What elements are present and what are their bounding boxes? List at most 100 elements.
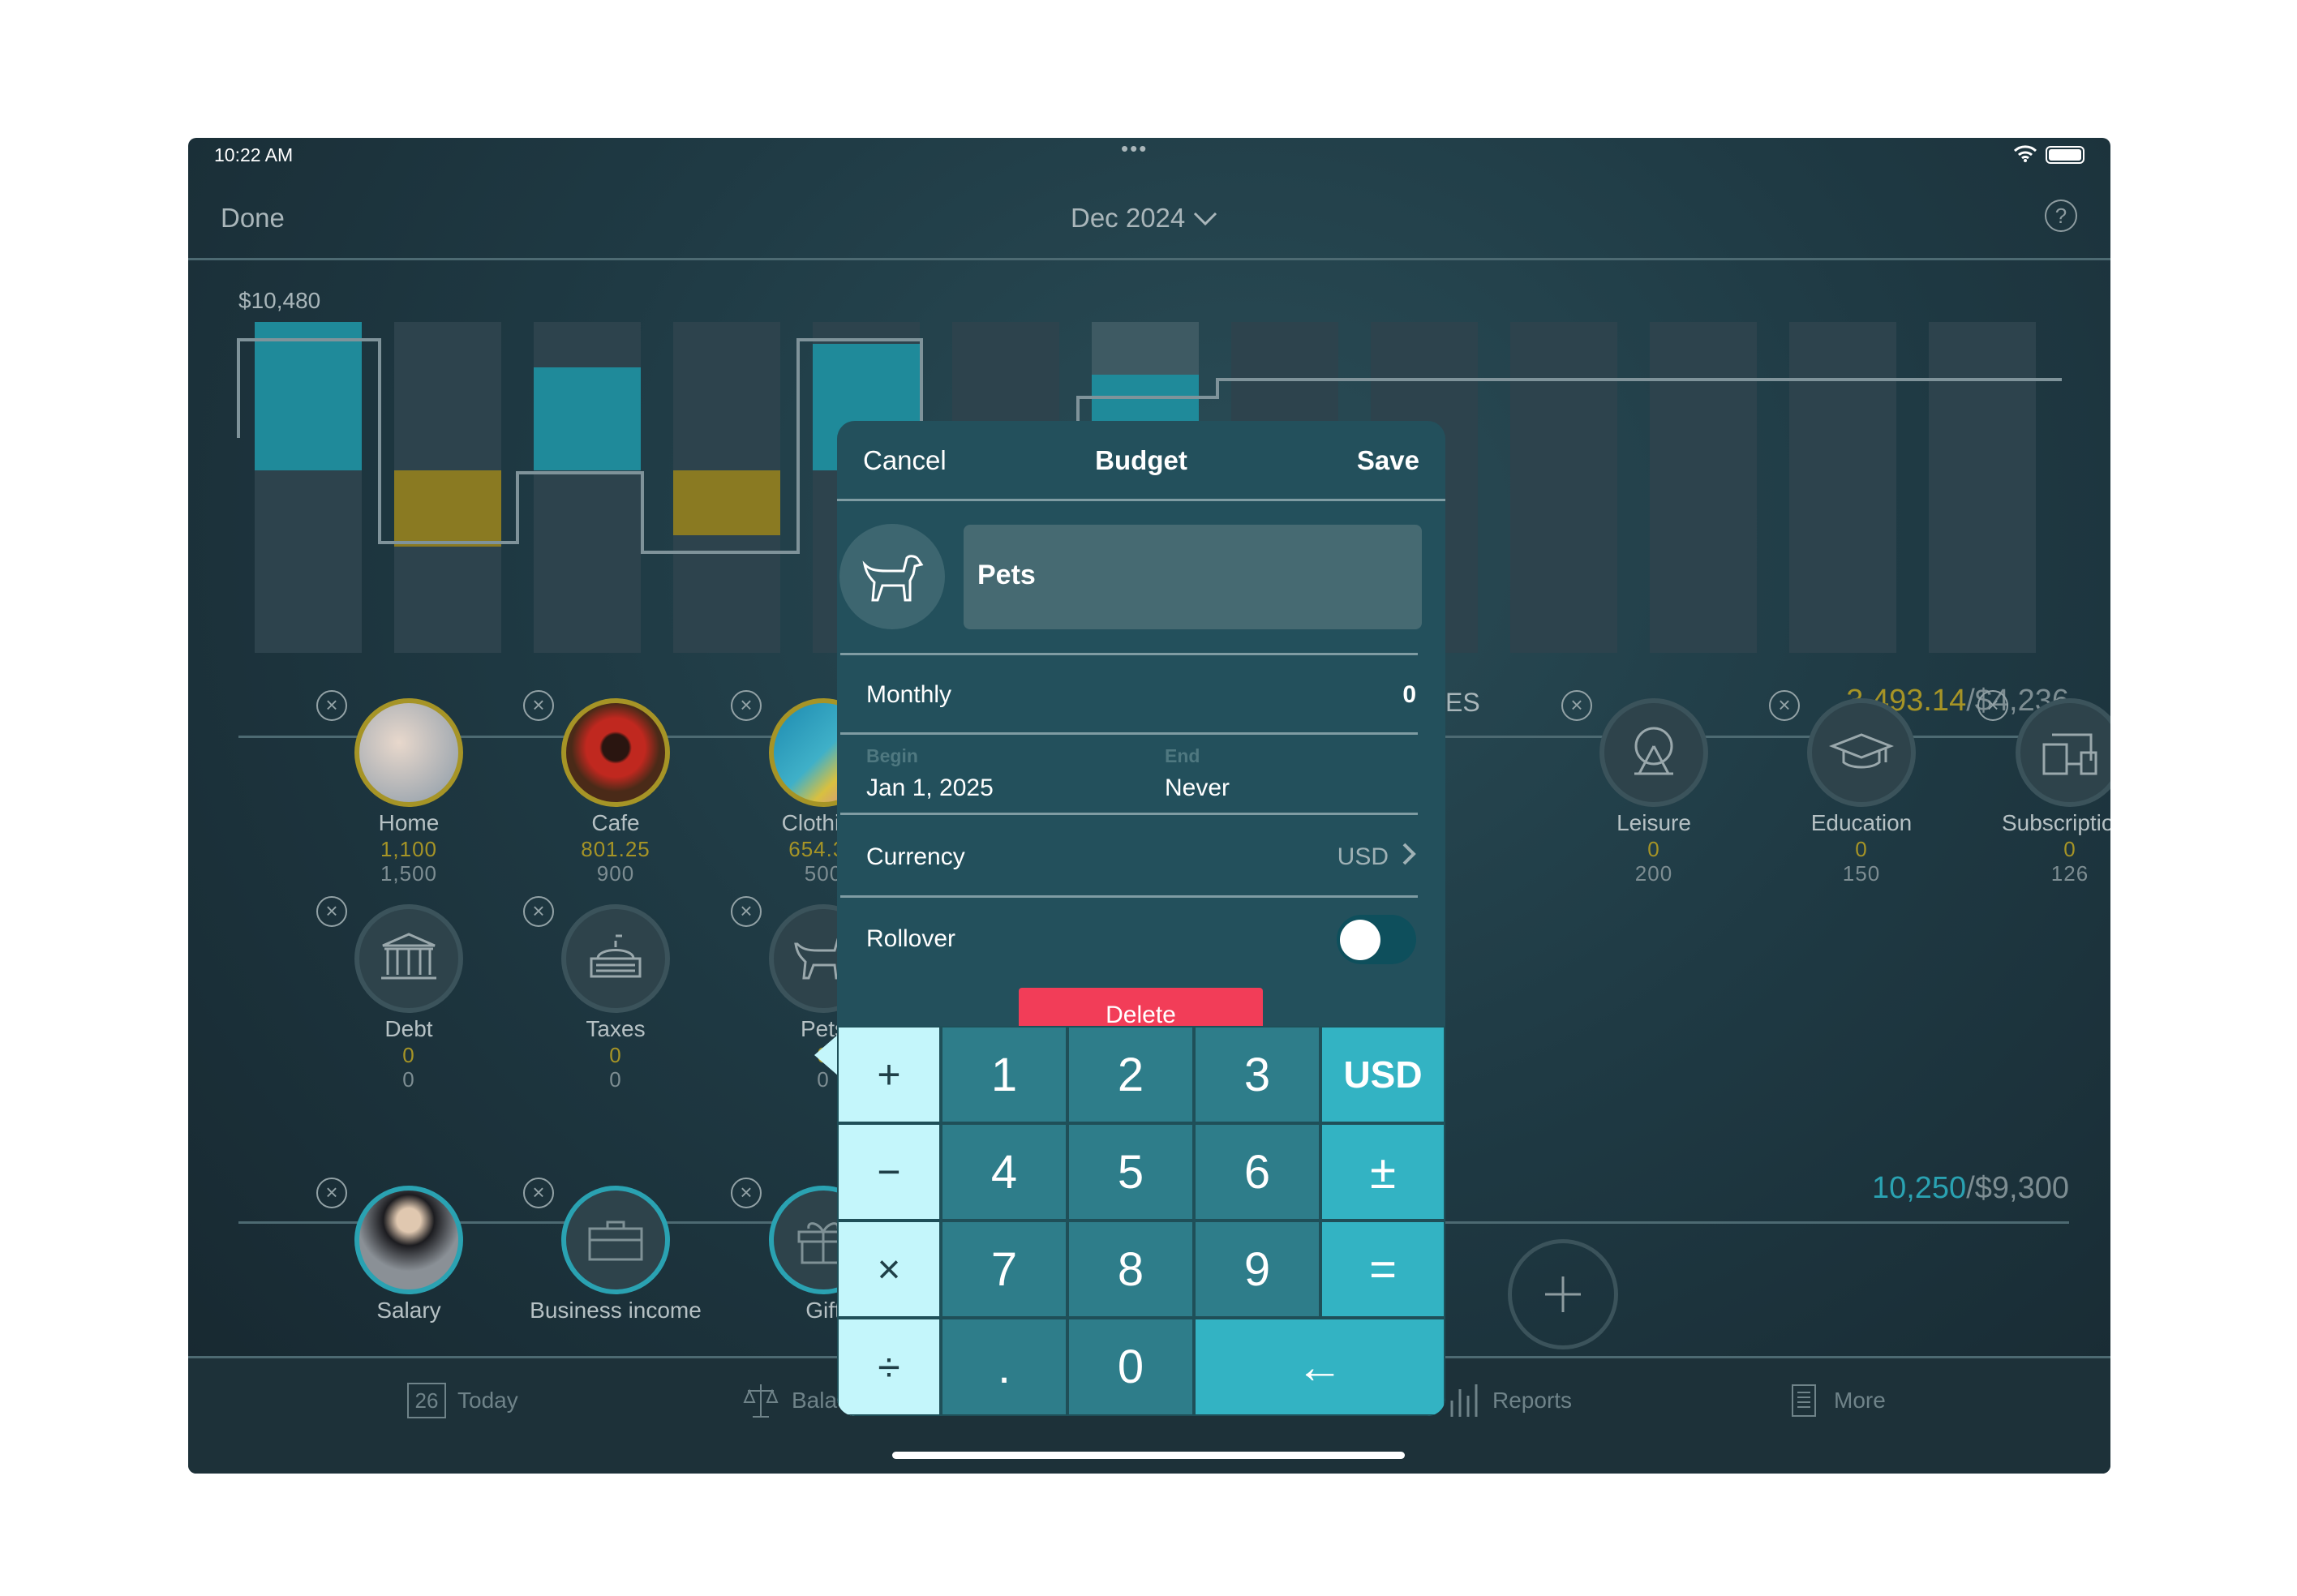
tab-label: Today: [457, 1388, 518, 1413]
briefcase-icon: [561, 1186, 670, 1294]
coffee-photo-icon: [561, 698, 670, 807]
backspace-key[interactable]: ←: [1194, 1318, 1445, 1416]
remove-category-icon[interactable]: ×: [731, 896, 762, 927]
category-label: Salary: [376, 1298, 441, 1323]
key-multiply[interactable]: ×: [837, 1221, 941, 1318]
remove-category-icon[interactable]: ×: [523, 690, 554, 721]
key-2[interactable]: 2: [1067, 1026, 1194, 1123]
key-0[interactable]: 0: [1067, 1318, 1194, 1416]
category-name-field[interactable]: Pets: [964, 525, 1422, 629]
capitol-icon: [561, 904, 670, 1013]
key-7[interactable]: 7: [941, 1221, 1067, 1318]
bar-chart-icon: [1450, 1384, 1478, 1417]
key-plus[interactable]: +: [837, 1026, 941, 1123]
toggle-knob: [1340, 920, 1380, 960]
category-spent: 0: [1855, 837, 1868, 861]
category-spent: 0: [609, 1043, 622, 1067]
document-icon: [1792, 1384, 1816, 1417]
graduation-cap-icon: [1807, 698, 1916, 807]
category-label: Education: [1810, 810, 1913, 835]
expenses-header: ES: [1445, 688, 1480, 717]
remove-category-icon[interactable]: ×: [316, 690, 347, 721]
key-currency[interactable]: USD: [1320, 1026, 1445, 1123]
add-category-button[interactable]: [1508, 1239, 1618, 1349]
remove-category-icon[interactable]: ×: [316, 1178, 347, 1208]
begin-date[interactable]: Jan 1, 2025: [866, 774, 994, 802]
income-spent: 10,250: [1871, 1171, 1967, 1205]
category-spent: 0: [2063, 837, 2076, 861]
tab-more[interactable]: More: [1790, 1383, 1886, 1418]
category-spent: 1,100: [380, 837, 438, 861]
key-divide[interactable]: ÷: [837, 1318, 941, 1416]
remove-category-icon[interactable]: ×: [316, 896, 347, 927]
rollover-label: Rollover: [866, 925, 956, 952]
category-spent: 0: [1647, 837, 1660, 861]
popover-arrow: [814, 1034, 839, 1076]
remove-category-icon[interactable]: ×: [523, 896, 554, 927]
tab-label: More: [1834, 1388, 1886, 1413]
remove-category-icon[interactable]: ×: [1977, 690, 2008, 721]
cancel-button[interactable]: Cancel: [863, 445, 947, 476]
rollover-toggle[interactable]: [1337, 915, 1416, 964]
key-9[interactable]: 9: [1194, 1221, 1320, 1318]
divider: [840, 813, 1418, 815]
income-total: 10,250/$9,300: [1872, 1171, 2069, 1206]
calendar-icon: 26: [407, 1383, 446, 1418]
category-budget: 0: [402, 1067, 415, 1092]
key-equals[interactable]: =: [1320, 1221, 1445, 1318]
remove-category-icon[interactable]: ×: [731, 1178, 762, 1208]
category-icon-button[interactable]: [839, 524, 945, 629]
category-budget: 1,500: [380, 861, 438, 886]
devices-icon: [2016, 698, 2110, 807]
ipad-screen: 10:22 AM ••• Done Dec 2024 ? $10,480 ES …: [188, 138, 2110, 1474]
dog-icon: [862, 555, 924, 602]
key-decimal[interactable]: .: [941, 1318, 1067, 1416]
calculator-keypad: + − × ÷ 1 2 3 4 5 6 7 8 9. 0 USD ± = ←: [837, 1026, 1445, 1416]
category-budget: 150: [1842, 861, 1881, 886]
divider: [840, 732, 1418, 735]
remove-category-icon[interactable]: ×: [1561, 690, 1592, 721]
divider: [840, 653, 1418, 655]
key-3[interactable]: 3: [1194, 1026, 1320, 1123]
category-label: Home: [378, 810, 440, 835]
category-budget: 0: [609, 1067, 622, 1092]
category-budget: 900: [596, 861, 635, 886]
category-label: Taxes: [586, 1016, 646, 1041]
key-5[interactable]: 5: [1067, 1123, 1194, 1221]
key-minus[interactable]: −: [837, 1123, 941, 1221]
tab-today[interactable]: 26 Today: [407, 1383, 518, 1418]
category-spent: 0: [402, 1043, 415, 1067]
key-6[interactable]: 6: [1194, 1123, 1320, 1221]
currency-value: USD: [1337, 843, 1389, 870]
bank-icon: [354, 904, 463, 1013]
chevron-right-icon: [1402, 842, 1416, 873]
balance-scale-icon: [743, 1384, 779, 1418]
family-photo-icon: [354, 698, 463, 807]
divider: [840, 895, 1418, 898]
tab-balance[interactable]: Bala: [741, 1383, 837, 1418]
category-label: Debt: [384, 1016, 433, 1041]
budget-popover: Cancel Budget Save Pets Monthly 0 Begin …: [837, 421, 1445, 1416]
end-date[interactable]: Never: [1165, 774, 1230, 802]
end-label: End: [1165, 745, 1200, 766]
income-budget: /$9,300: [1966, 1171, 2069, 1205]
key-1[interactable]: 1: [941, 1026, 1067, 1123]
category-label: Leisure: [1616, 810, 1691, 835]
period-label: Monthly: [866, 681, 952, 708]
category-label: Business income: [530, 1298, 702, 1323]
key-8[interactable]: 8: [1067, 1221, 1194, 1318]
amount-value[interactable]: 0: [1402, 681, 1416, 709]
home-indicator[interactable]: [892, 1452, 1405, 1459]
key-4[interactable]: 4: [941, 1123, 1067, 1221]
remove-category-icon[interactable]: ×: [1769, 690, 1800, 721]
tab-reports[interactable]: Reports: [1449, 1383, 1572, 1418]
category-label: Cafe: [591, 810, 640, 835]
category-budget: 200: [1634, 861, 1673, 886]
save-button[interactable]: Save: [1357, 445, 1419, 476]
remove-category-icon[interactable]: ×: [523, 1178, 554, 1208]
remove-category-icon[interactable]: ×: [731, 690, 762, 721]
key-plus-minus[interactable]: ±: [1320, 1123, 1445, 1221]
plus-icon: [1545, 1276, 1581, 1312]
person-photo-icon: [354, 1186, 463, 1294]
tab-label: Reports: [1492, 1388, 1573, 1413]
